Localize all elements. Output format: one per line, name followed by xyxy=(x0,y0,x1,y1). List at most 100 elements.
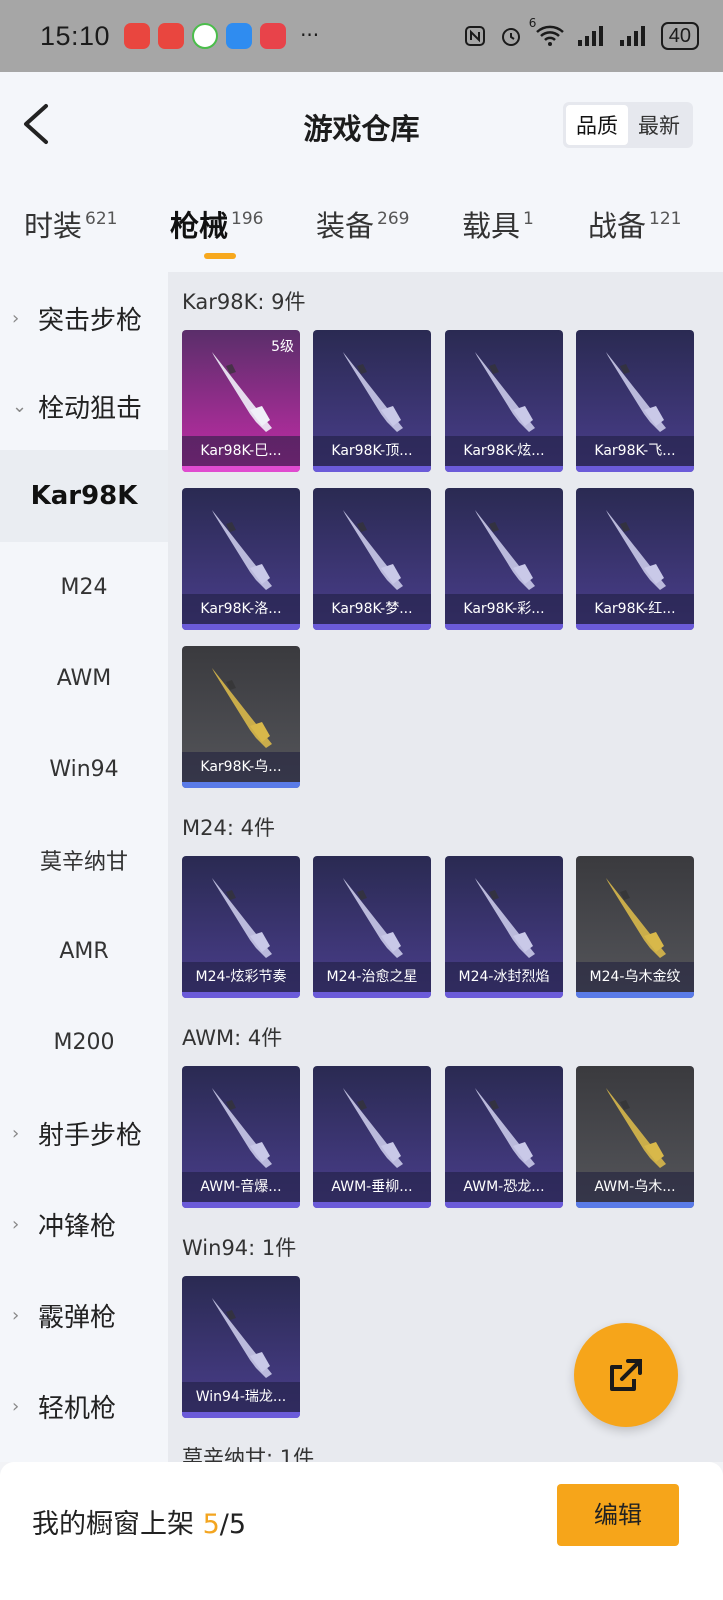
rarity-bar xyxy=(576,992,694,998)
sidebar-category-marksman-rifle[interactable]: › 射手步枪 xyxy=(0,1087,168,1179)
signal-icon xyxy=(619,26,645,46)
tab-equipment[interactable]: 装备 269 xyxy=(316,203,409,245)
rifle-icon xyxy=(343,1088,403,1168)
chevron-right-icon: › xyxy=(12,1395,20,1417)
notification-icons: ··· xyxy=(124,23,326,49)
tab-label: 时装 xyxy=(24,209,83,243)
nfc-icon xyxy=(464,26,485,46)
skin-card[interactable]: Kar98K-红... xyxy=(576,488,694,630)
rifle-icon xyxy=(606,878,666,958)
sidebar-item-awm[interactable]: AWM xyxy=(0,632,168,724)
skin-card[interactable]: M24-乌木金纹 xyxy=(576,856,694,998)
level-badge: 5级 xyxy=(271,339,294,355)
rarity-bar xyxy=(576,466,694,472)
share-icon xyxy=(610,1359,642,1391)
status-time: 15:10 xyxy=(40,20,111,51)
skin-name: Kar98K-飞... xyxy=(576,436,694,466)
sidebar-category-smg[interactable]: › 冲锋枪 xyxy=(0,1178,168,1270)
section-title: AWM: 4件 xyxy=(182,1026,283,1050)
showcase-label-text: 我的橱窗上架 xyxy=(32,1509,203,1540)
chevron-down-icon: ⌄ xyxy=(12,395,28,417)
tab-count: 621 xyxy=(85,209,118,229)
rarity-bar xyxy=(182,466,300,472)
tab-fashion[interactable]: 时装 621 xyxy=(24,203,117,245)
sidebar-category-assault-rifle[interactable]: › 突击步枪 xyxy=(0,272,168,364)
tab-guns[interactable]: 枪械 196 xyxy=(170,203,264,259)
sort-toggle: 品质 最新 xyxy=(563,102,693,148)
more-notifications-icon: ··· xyxy=(300,23,320,47)
system-icons: 6 40 xyxy=(463,16,699,50)
rifle-icon xyxy=(212,1298,272,1378)
skin-card[interactable]: Kar98K-炫... xyxy=(445,330,563,472)
tab-label: 枪械 xyxy=(170,209,229,243)
header: 游戏仓库 品质 最新 xyxy=(0,72,723,177)
showcase-count-total: /5 xyxy=(219,1509,247,1540)
sidebar-category-label: 突击步枪 xyxy=(38,305,143,336)
category-tabs: 时装 621 枪械 196 装备 269 载具 1 战备 121 xyxy=(0,177,723,272)
skin-card[interactable]: Kar98K-乌... xyxy=(182,646,300,788)
sidebar-item-mosin[interactable]: 莫辛纳甘 xyxy=(0,814,168,906)
sort-latest-button[interactable]: 最新 xyxy=(628,105,690,145)
skin-card[interactable]: M24-冰封烈焰 xyxy=(445,856,563,998)
skin-card[interactable]: Kar98K-彩... xyxy=(445,488,563,630)
rarity-bar xyxy=(576,624,694,630)
skin-name: Kar98K-红... xyxy=(576,594,694,624)
skin-name: Kar98K-彩... xyxy=(445,594,563,624)
rarity-bar xyxy=(313,466,431,472)
rifle-icon xyxy=(606,510,666,590)
skin-card[interactable]: Kar98K-洛... xyxy=(182,488,300,630)
share-button[interactable] xyxy=(574,1323,678,1427)
item-grid: Kar98K: 9件 Kar98K-巳... 5级 Kar98K-顶... Kar98K… xyxy=(168,272,723,1470)
sort-quality-button[interactable]: 品质 xyxy=(566,105,628,145)
skin-card[interactable]: Kar98K-巳... 5级 xyxy=(182,330,300,472)
sidebar-category-shotgun[interactable]: › 霰弹枪 xyxy=(0,1269,168,1361)
sidebar-item-win94[interactable]: Win94 xyxy=(0,723,168,815)
rarity-bar xyxy=(445,624,563,630)
skin-card[interactable]: AWM-垂柳... xyxy=(313,1066,431,1208)
sidebar-item-kar98k[interactable]: Kar98K xyxy=(0,450,168,542)
network-type-label: 6 xyxy=(528,16,537,30)
skin-card[interactable]: Kar98K-梦... xyxy=(313,488,431,630)
skin-name: Kar98K-乌... xyxy=(182,752,300,782)
sidebar-item-m24[interactable]: M24 xyxy=(0,541,168,633)
sidebar-category-label: 轻机枪 xyxy=(38,1393,117,1424)
skin-card[interactable]: Kar98K-飞... xyxy=(576,330,694,472)
chevron-right-icon: › xyxy=(12,1213,20,1235)
skin-name: Kar98K-梦... xyxy=(313,594,431,624)
rifle-icon xyxy=(343,878,403,958)
tab-label: 战备 xyxy=(588,209,647,243)
skin-card[interactable]: M24-治愈之星 xyxy=(313,856,431,998)
rarity-bar xyxy=(182,782,300,788)
chevron-right-icon: › xyxy=(12,307,20,329)
tab-count: 196 xyxy=(231,209,264,229)
skin-card[interactable]: AWM-乌木... xyxy=(576,1066,694,1208)
tab-count: 1 xyxy=(523,209,534,229)
rifle-icon xyxy=(212,352,272,432)
skin-card[interactable]: Kar98K-顶... xyxy=(313,330,431,472)
skin-name: AWM-音爆... xyxy=(182,1172,300,1202)
sidebar-item-amr[interactable]: AMR xyxy=(0,905,168,997)
sidebar-item-m200[interactable]: M200 xyxy=(0,996,168,1088)
skin-card[interactable]: Win94-瑞龙... xyxy=(182,1276,300,1418)
skin-card[interactable]: M24-炫彩节奏 xyxy=(182,856,300,998)
skin-card[interactable]: AWM-音爆... xyxy=(182,1066,300,1208)
edit-button[interactable]: 编辑 xyxy=(557,1484,679,1546)
rarity-bar xyxy=(182,624,300,630)
skin-name: Kar98K-巳... xyxy=(182,436,300,466)
rifle-icon xyxy=(606,352,666,432)
showcase-bar: 我的橱窗上架 5/5 编辑 xyxy=(0,1462,723,1600)
skin-card[interactable]: AWM-恐龙... xyxy=(445,1066,563,1208)
tab-supplies[interactable]: 战备 121 xyxy=(588,203,681,245)
skin-name: M24-冰封烈焰 xyxy=(445,962,563,992)
rifle-icon xyxy=(212,668,272,748)
tab-vehicles[interactable]: 载具 1 xyxy=(462,203,534,245)
rifle-icon xyxy=(212,510,272,590)
rarity-bar xyxy=(313,1202,431,1208)
skin-name: Kar98K-炫... xyxy=(445,436,563,466)
sidebar-category-lmg[interactable]: › 轻机枪 xyxy=(0,1360,168,1452)
sidebar-category-bolt-sniper[interactable]: ⌄ 栓动狙击 xyxy=(0,360,168,452)
tab-label: 装备 xyxy=(316,209,375,243)
rarity-bar xyxy=(445,466,563,472)
rifle-icon xyxy=(212,1088,272,1168)
rifle-icon xyxy=(475,352,535,432)
